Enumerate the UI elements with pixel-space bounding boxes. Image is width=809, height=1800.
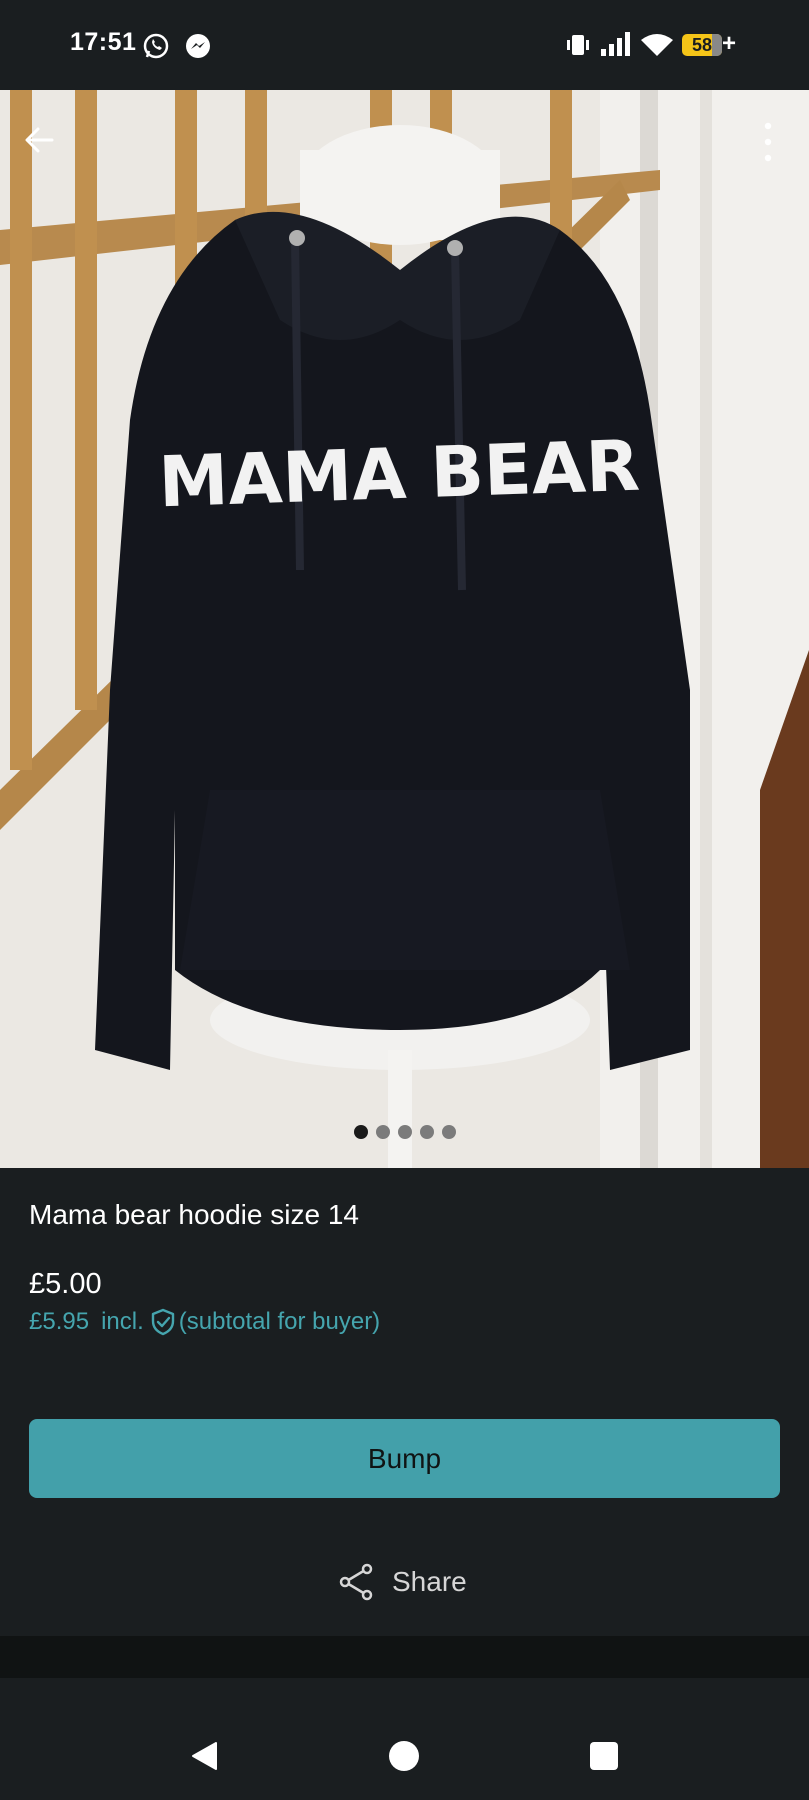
system-nav-bar (0, 1678, 809, 1800)
nav-recents-icon[interactable] (590, 1742, 618, 1770)
buyer-price-incl: incl. (101, 1308, 144, 1335)
page-dot-3[interactable] (398, 1125, 412, 1139)
back-arrow-icon[interactable] (22, 122, 58, 158)
more-options-icon[interactable] (756, 120, 780, 164)
status-time: 17:51 (70, 28, 137, 56)
wifi-icon (641, 34, 673, 56)
divider-band (0, 1636, 809, 1678)
buyer-price-row[interactable]: £5.95 incl. (subtotal for buyer) (29, 1308, 380, 1336)
share-button[interactable]: Share (338, 1560, 467, 1604)
buyer-protection-shield-icon[interactable] (150, 1308, 176, 1336)
product-photo[interactable]: MAMA BEAR (0, 90, 809, 1168)
whatsapp-icon (143, 33, 169, 59)
status-bar: 17:51 58 + (0, 0, 809, 90)
signal-icon (601, 32, 630, 56)
hoodie-print-text: MAMA BEAR (157, 425, 641, 524)
messenger-icon (186, 34, 210, 58)
page-dot-4[interactable] (420, 1125, 434, 1139)
page-dot-2[interactable] (376, 1125, 390, 1139)
page-dot-1[interactable] (354, 1125, 368, 1139)
photo-pagination[interactable] (354, 1125, 456, 1139)
bump-button[interactable]: Bump (29, 1419, 780, 1498)
page-dot-5[interactable] (442, 1125, 456, 1139)
battery-icon: 58 (682, 34, 722, 56)
share-label: Share (392, 1566, 467, 1597)
buyer-price-amount: £5.95 (29, 1308, 90, 1335)
share-icon (339, 1563, 373, 1601)
buyer-price-note: (subtotal for buyer) (178, 1308, 381, 1335)
battery-level: 58 (691, 35, 713, 55)
nav-back-icon[interactable] (190, 1741, 218, 1771)
nav-home-icon[interactable] (389, 1741, 419, 1771)
listing-price: £5.00 (29, 1268, 102, 1300)
vibrate-icon (567, 35, 589, 55)
listing-title: Mama bear hoodie size 14 (29, 1199, 359, 1230)
battery-charging-plus: + (722, 30, 737, 57)
hoodie-image: MAMA BEAR (0, 90, 809, 1168)
